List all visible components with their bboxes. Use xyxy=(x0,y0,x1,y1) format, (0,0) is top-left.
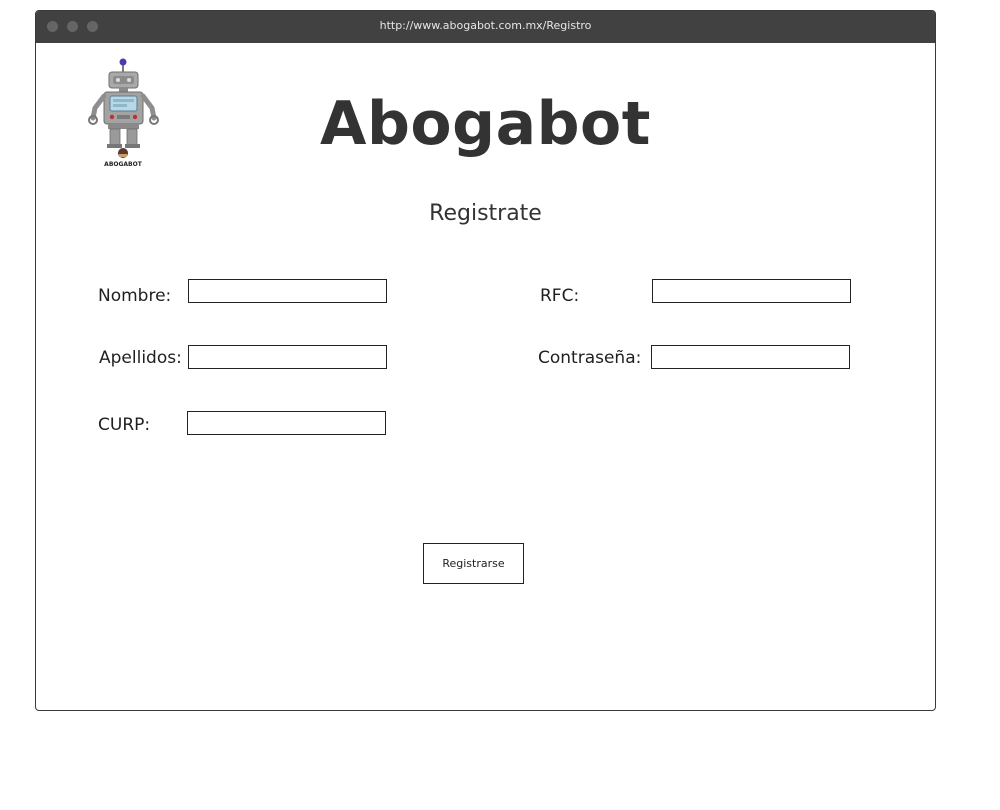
registrarse-button[interactable]: Registrarse xyxy=(423,543,524,584)
address-bar-url[interactable]: http://www.abogabot.com.mx/Registro xyxy=(36,19,935,32)
rfc-label: RFC: xyxy=(540,286,580,306)
nombre-input[interactable] xyxy=(188,279,387,303)
browser-titlebar: http://www.abogabot.com.mx/Registro xyxy=(36,11,935,43)
rfc-input[interactable] xyxy=(652,279,851,303)
curp-input[interactable] xyxy=(187,411,386,435)
form-heading: Registrate xyxy=(429,201,542,226)
site-title: Abogabot xyxy=(320,89,651,159)
contrasena-label: Contraseña: xyxy=(538,348,642,368)
curp-label: CURP: xyxy=(98,415,151,435)
apellidos-input[interactable] xyxy=(188,345,387,369)
apellidos-label: Apellidos: xyxy=(99,348,182,368)
contrasena-input[interactable] xyxy=(651,345,850,369)
browser-window: http://www.abogabot.com.mx/Registro ABOG… xyxy=(35,10,936,711)
nombre-label: Nombre: xyxy=(98,286,172,306)
logo-wordmark: ABOGABOT xyxy=(104,161,143,168)
